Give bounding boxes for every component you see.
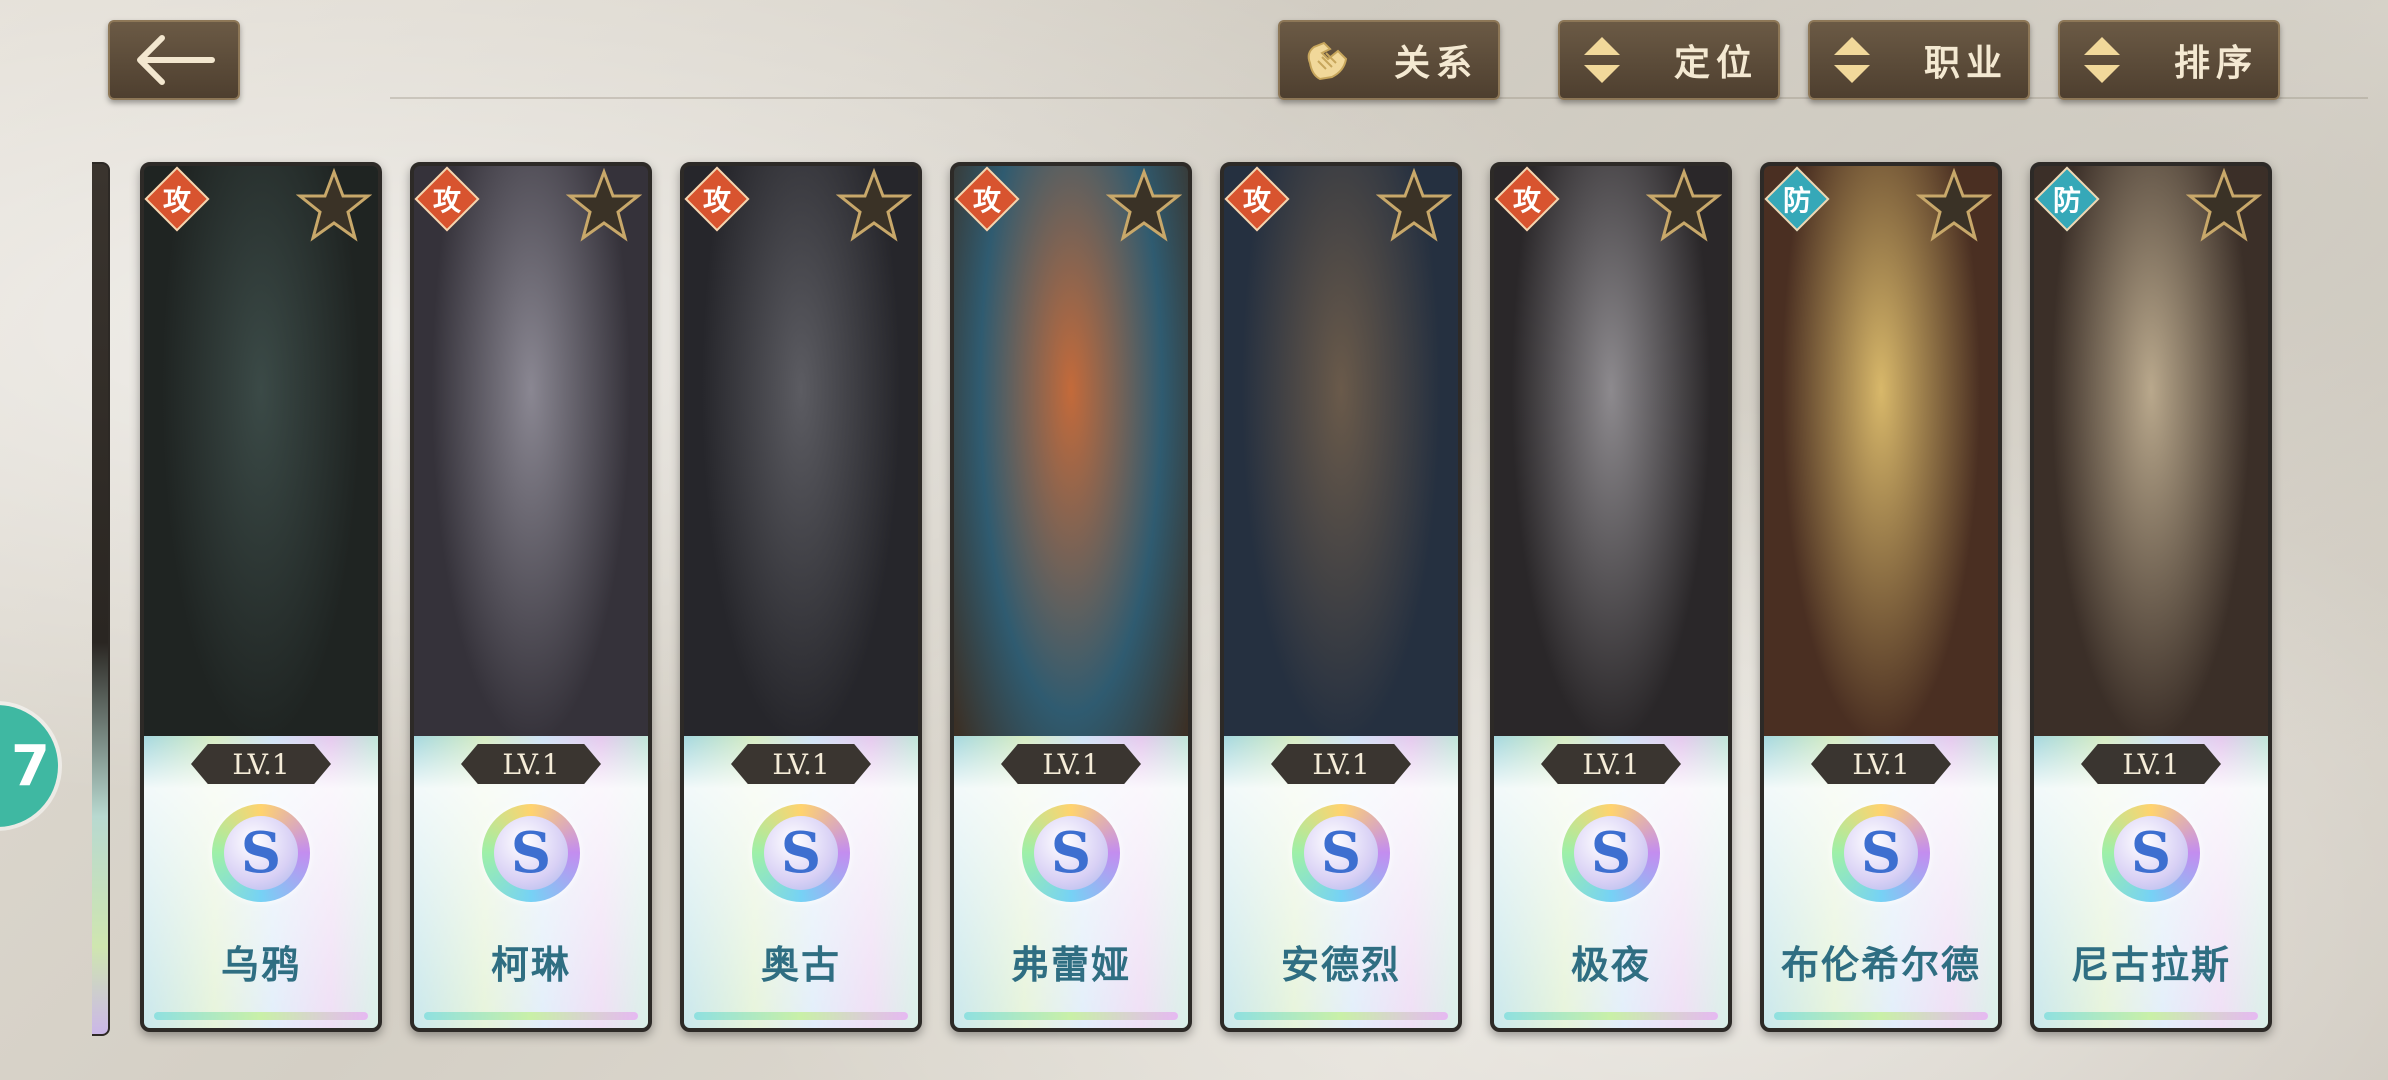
- star-icon: [836, 168, 912, 242]
- rank-letter: S: [494, 816, 568, 890]
- rank-letter: S: [1574, 816, 1648, 890]
- side-badge-text: 7: [11, 733, 50, 799]
- rank-badge-icon: S: [1022, 804, 1120, 902]
- rank-badge-icon: S: [1292, 804, 1390, 902]
- card-progress-bar: [424, 1012, 638, 1020]
- hero-portrait: [684, 166, 918, 806]
- relation-filter-label: 关系: [1393, 43, 1478, 84]
- rank-badge-icon: S: [2102, 804, 2200, 902]
- position-filter-label: 定位: [1673, 43, 1758, 84]
- star-icon: [296, 168, 372, 242]
- level-label: LV.1: [1811, 744, 1951, 784]
- rank-badge-icon: S: [1562, 804, 1660, 902]
- back-arrow-icon: [132, 32, 216, 88]
- side-event-badge[interactable]: 7: [0, 705, 58, 827]
- card-progress-bar: [1234, 1012, 1448, 1020]
- hero-name: 柯琳: [490, 943, 571, 987]
- hero-card[interactable]: 攻 LV.1 S 柯琳: [410, 162, 652, 1032]
- level-label: LV.1: [191, 744, 331, 784]
- sort-arrows-icon: [1830, 35, 1874, 85]
- role-badge-text: 防: [2052, 184, 2081, 217]
- star-icon: [1646, 168, 1722, 242]
- rank-badge-icon: S: [752, 804, 850, 902]
- card-progress-bar: [964, 1012, 1178, 1020]
- star-icon: [1376, 168, 1452, 242]
- role-badge-text: 攻: [1242, 184, 1271, 217]
- hero-card[interactable]: 防 LV.1 S 尼古拉斯: [2030, 162, 2272, 1032]
- role-badge-text: 攻: [432, 184, 461, 217]
- class-filter-button[interactable]: 职业: [1808, 20, 2030, 100]
- star-icon: [1916, 168, 1992, 242]
- rank-badge-icon: S: [482, 804, 580, 902]
- hero-card[interactable]: 攻 LV.1 S 安德烈: [1220, 162, 1462, 1032]
- card-progress-bar: [1774, 1012, 1988, 1020]
- role-badge-text: 攻: [1512, 184, 1541, 217]
- rank-letter: S: [224, 816, 298, 890]
- hero-card[interactable]: 攻 LV.1 S 极夜: [1490, 162, 1732, 1032]
- card-progress-bar: [1504, 1012, 1718, 1020]
- card-progress-bar: [2044, 1012, 2258, 1020]
- role-badge-text: 攻: [972, 184, 1001, 217]
- hero-card[interactable]: 攻 LV.1 S 乌鸦: [140, 162, 382, 1032]
- rank-badge-icon: S: [212, 804, 310, 902]
- rank-letter: S: [1034, 816, 1108, 890]
- class-filter-label: 职业: [1923, 43, 2008, 84]
- hero-card[interactable]: 防 LV.1 S 布伦希尔德: [1760, 162, 2002, 1032]
- hero-name: 奥古: [760, 943, 841, 987]
- role-badge-text: 防: [1782, 184, 1811, 217]
- hero-card[interactable]: 攻 LV.1 S 弗蕾娅: [950, 162, 1192, 1032]
- position-filter-button[interactable]: 定位: [1558, 20, 1780, 100]
- role-badge-text: 攻: [162, 184, 191, 217]
- sort-arrows-icon: [1580, 35, 1624, 85]
- rank-letter: S: [1304, 816, 1378, 890]
- handshake-icon: [1300, 33, 1354, 87]
- partial-hero-card[interactable]: [92, 162, 110, 1036]
- hero-name: 乌鸦: [220, 943, 301, 987]
- hero-portrait: [1494, 166, 1728, 806]
- card-progress-bar: [694, 1012, 908, 1020]
- level-label: LV.1: [1001, 744, 1141, 784]
- level-label: LV.1: [1541, 744, 1681, 784]
- back-button[interactable]: [108, 20, 240, 100]
- role-badge-text: 攻: [702, 184, 731, 217]
- star-icon: [1106, 168, 1182, 242]
- hero-card[interactable]: 攻 LV.1 S 奥古: [680, 162, 922, 1032]
- star-icon: [566, 168, 642, 242]
- star-icon: [2186, 168, 2262, 242]
- rank-badge-icon: S: [1832, 804, 1930, 902]
- hero-name: 安德烈: [1280, 943, 1401, 987]
- card-progress-bar: [154, 1012, 368, 1020]
- hero-portrait: [2034, 166, 2268, 806]
- level-label: LV.1: [2081, 744, 2221, 784]
- hero-portrait: [144, 166, 378, 806]
- rank-letter: S: [764, 816, 838, 890]
- sort-label: 排序: [2173, 43, 2258, 84]
- sort-button[interactable]: 排序: [2058, 20, 2280, 100]
- relation-filter-button[interactable]: 关系: [1278, 20, 1500, 100]
- hero-portrait: [1764, 166, 1998, 806]
- hero-name: 极夜: [1570, 943, 1651, 987]
- hero-portrait: [1224, 166, 1458, 806]
- hero-name: 尼古拉斯: [2070, 943, 2231, 987]
- sort-arrows-icon: [2080, 35, 2124, 85]
- hero-portrait: [954, 166, 1188, 806]
- level-label: LV.1: [461, 744, 601, 784]
- rank-letter: S: [1844, 816, 1918, 890]
- level-label: LV.1: [731, 744, 871, 784]
- hero-name: 布伦希尔德: [1780, 943, 1981, 987]
- rank-letter: S: [2114, 816, 2188, 890]
- hero-portrait: [414, 166, 648, 806]
- hero-name: 弗蕾娅: [1010, 943, 1131, 987]
- level-label: LV.1: [1271, 744, 1411, 784]
